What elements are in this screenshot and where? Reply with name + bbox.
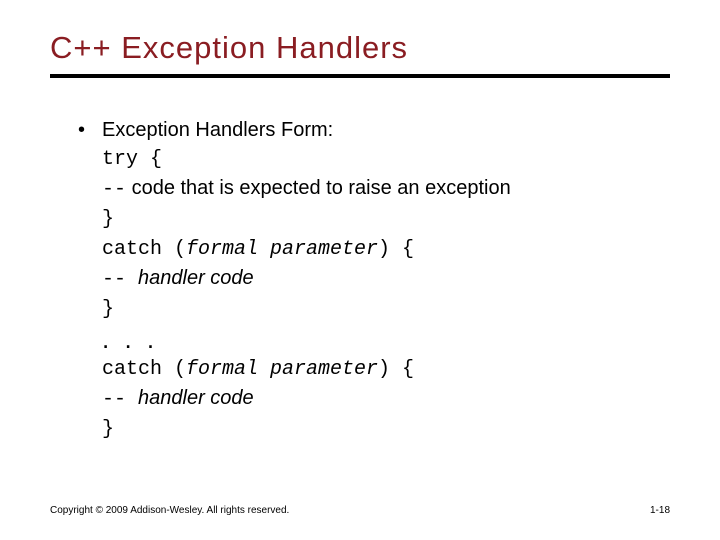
title-rule bbox=[50, 74, 670, 78]
code-line: } bbox=[102, 414, 670, 444]
code-line: -- code that is expected to raise an exc… bbox=[102, 174, 670, 204]
code-param: formal parameter bbox=[186, 238, 378, 261]
page-number: 1-18 bbox=[650, 505, 670, 516]
code-catch: catch ( bbox=[102, 358, 186, 381]
bullet-dot: • bbox=[78, 116, 102, 144]
slide-body: • Exception Handlers Form: try { -- code… bbox=[50, 116, 670, 444]
slide-title: C++ Exception Handlers bbox=[50, 30, 670, 66]
code-param: formal parameter bbox=[186, 358, 378, 381]
code-line: } bbox=[102, 294, 670, 324]
code-block: try { -- code that is expected to raise … bbox=[78, 144, 670, 444]
slide: C++ Exception Handlers • Exception Handl… bbox=[0, 0, 720, 540]
code-ellipsis: . . . bbox=[102, 324, 670, 354]
code-brace: } bbox=[102, 418, 114, 441]
code-handler: handler code bbox=[138, 387, 254, 409]
code-comment: code that is expected to raise an except… bbox=[126, 177, 511, 199]
code-dashes: -- bbox=[102, 268, 138, 291]
code-line: try { bbox=[102, 144, 670, 174]
code-catch: catch ( bbox=[102, 238, 186, 261]
code-line: -- handler code bbox=[102, 264, 670, 294]
code-line: catch (formal parameter) { bbox=[102, 234, 670, 264]
code-brace: } bbox=[102, 208, 114, 231]
code-handler: handler code bbox=[138, 267, 254, 289]
code-dashes: -- bbox=[102, 178, 126, 201]
bullet-text: Exception Handlers Form: bbox=[102, 116, 333, 144]
code-paren-brace: ) { bbox=[378, 358, 414, 381]
bullet-item: • Exception Handlers Form: bbox=[78, 116, 670, 144]
code-dashes: -- bbox=[102, 388, 138, 411]
copyright-footer: Copyright © 2009 Addison-Wesley. All rig… bbox=[50, 505, 289, 516]
code-try: try { bbox=[102, 148, 162, 171]
code-brace: } bbox=[102, 298, 114, 321]
code-line: -- handler code bbox=[102, 384, 670, 414]
code-line: } bbox=[102, 204, 670, 234]
code-line: catch (formal parameter) { bbox=[102, 354, 670, 384]
code-paren-brace: ) { bbox=[378, 238, 414, 261]
